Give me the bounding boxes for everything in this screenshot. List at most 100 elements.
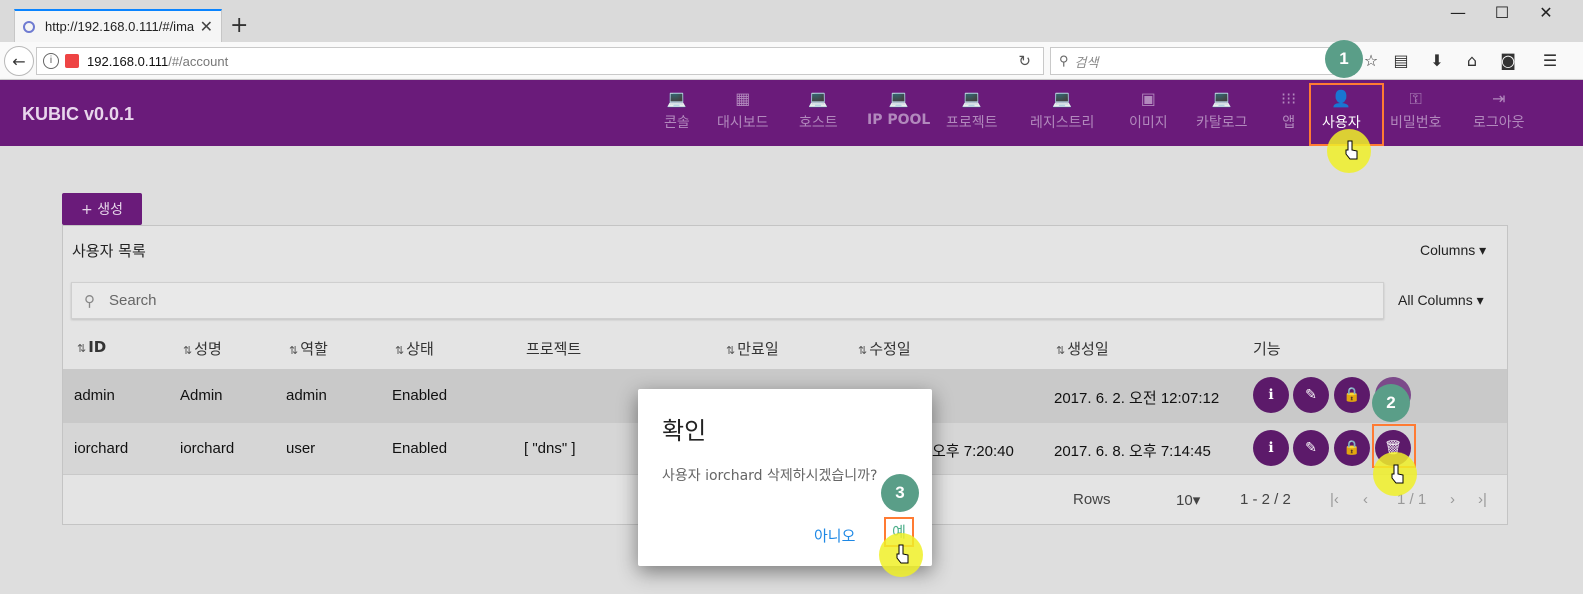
lock-button[interactable]: 🔒 <box>1334 430 1370 466</box>
hand-cursor-icon <box>1391 464 1404 484</box>
cell-role: admin <box>286 387 327 404</box>
cell-role: user <box>286 440 316 457</box>
caret-down-icon: ▾ <box>1192 492 1201 509</box>
column-header-status[interactable]: ⇅ 상태 <box>395 338 434 359</box>
app-brand[interactable]: KUBIC v0.0.1 <box>22 104 134 125</box>
url-path: /#/account <box>168 53 229 69</box>
cell-id: iorchard <box>74 440 129 457</box>
search-icon: ⚲ <box>84 292 95 310</box>
lock-button[interactable]: 🔒 <box>1334 377 1370 413</box>
pagination-range: 1 - 2 / 2 <box>1240 491 1291 508</box>
rows-per-page-select[interactable]: 10▾ <box>1176 491 1200 509</box>
cell-name: iorchard <box>180 440 235 457</box>
close-window-button[interactable]: ✕ <box>1531 2 1561 24</box>
menu-item-password[interactable]: ⚿ 비밀번호 <box>1390 88 1442 140</box>
menu-item-console[interactable]: 💻 콘솔 <box>664 88 690 140</box>
cell-id: admin <box>74 387 115 404</box>
menu-item-projects[interactable]: 💻 프로젝트 <box>946 88 998 140</box>
hamburger-menu-icon[interactable]: ☰ <box>1541 52 1559 70</box>
laptop-icon: 💻 <box>666 89 687 108</box>
column-header-actions: 기능 <box>1253 340 1281 358</box>
download-icon[interactable]: ⬇ <box>1428 52 1446 70</box>
info-button[interactable]: ℹ <box>1253 377 1289 413</box>
new-tab-button[interactable]: + <box>230 14 248 38</box>
sort-icon: ⇅ <box>289 344 299 357</box>
column-header-project: 프로젝트 <box>526 340 582 358</box>
image-icon: ▣ <box>1140 89 1156 108</box>
logout-icon: ⇥ <box>1492 89 1506 108</box>
back-button[interactable]: ← <box>4 46 34 76</box>
cell-name: Admin <box>180 387 223 404</box>
caret-down-icon: ▾ <box>1476 292 1484 308</box>
pencil-icon: ✎ <box>1305 440 1317 456</box>
edit-button[interactable]: ✎ <box>1293 377 1329 413</box>
table-search-placeholder: Search <box>109 292 157 309</box>
rows-per-page-label: Rows <box>1073 491 1111 508</box>
home-icon[interactable]: ⌂ <box>1463 52 1481 70</box>
edit-button[interactable]: ✎ <box>1293 430 1329 466</box>
sort-icon: ⇅ <box>395 344 405 357</box>
laptop-icon: 💻 <box>1211 89 1232 108</box>
column-header-role[interactable]: ⇅ 역할 <box>289 338 328 359</box>
dashboard-icon: ▦ <box>735 89 751 108</box>
back-arrow-icon: ← <box>12 51 26 71</box>
sort-icon: ⇅ <box>1056 344 1066 357</box>
last-page-icon[interactable]: ›| <box>1478 491 1487 508</box>
table-search-input[interactable]: ⚲ Search <box>71 282 1384 319</box>
cell-created: 2017. 6. 8. 오후 7:14:45 <box>1054 443 1211 460</box>
dialog-title: 확인 <box>662 417 707 445</box>
dialog-no-button[interactable]: 아니오 <box>814 525 855 546</box>
dialog-message: 사용자 iorchard 삭제하시겠습니까? <box>662 468 878 484</box>
column-header-modified[interactable]: ⇅ 수정일 <box>858 338 911 359</box>
apps-grid-icon: ⁝⁝⁝ <box>1281 89 1297 108</box>
menu-item-registry[interactable]: 💻 레지스트리 <box>1030 88 1094 140</box>
minimize-window-button[interactable]: — <box>1443 2 1473 24</box>
cell-modified: 오후 7:20:40 <box>932 443 1014 460</box>
next-page-icon[interactable]: › <box>1450 491 1455 508</box>
menu-item-catalog[interactable]: 💻 카탈로그 <box>1196 88 1248 140</box>
column-header-expiry[interactable]: ⇅ 만료일 <box>726 338 779 359</box>
address-bar[interactable]: i 192.168.0.111/#/account ↻ <box>36 47 1044 75</box>
insecure-lock-icon[interactable] <box>65 54 79 68</box>
cell-created: 2017. 6. 2. 오전 12:07:12 <box>1054 390 1220 407</box>
hand-cursor-icon <box>896 544 909 564</box>
user-list-title: 사용자 목록 <box>72 242 146 260</box>
menu-item-logout[interactable]: ⇥ 로그아웃 <box>1473 88 1525 140</box>
laptop-icon: 💻 <box>1052 89 1073 108</box>
laptop-icon: 💻 <box>961 89 982 108</box>
site-info-icon[interactable]: i <box>43 53 59 69</box>
create-user-button[interactable]: + 생성 <box>62 193 142 225</box>
prev-page-icon[interactable]: ‹ <box>1363 491 1368 508</box>
menu-item-ip-pool[interactable]: 💻 IP POOL <box>867 88 930 140</box>
browser-tab[interactable]: http://192.168.0.111/#/imag ✕ <box>14 9 222 42</box>
reading-list-icon[interactable]: ▤ <box>1392 52 1410 70</box>
info-icon: ℹ <box>1268 387 1274 403</box>
columns-dropdown[interactable]: Columns ▾ <box>1420 242 1486 259</box>
reload-icon[interactable]: ↻ <box>1018 52 1031 70</box>
pocket-icon[interactable]: ◙ <box>1499 52 1517 70</box>
step-badge-1: 1 <box>1325 40 1363 78</box>
menu-item-images[interactable]: ▣ 이미지 <box>1129 88 1168 140</box>
search-icon: ⚲ <box>1059 53 1069 68</box>
info-button[interactable]: ℹ <box>1253 430 1289 466</box>
page-favicon-icon <box>23 20 35 33</box>
search-columns-dropdown[interactable]: All Columns ▾ <box>1398 292 1484 309</box>
column-header-name[interactable]: ⇅ 성명 <box>183 338 222 359</box>
close-tab-icon[interactable]: ✕ <box>200 17 213 37</box>
menu-item-apps[interactable]: ⁝⁝⁝ 앱 <box>1281 88 1296 140</box>
laptop-icon: 💻 <box>888 89 909 108</box>
step-badge-3: 3 <box>881 474 919 512</box>
bookmark-star-icon[interactable]: ☆ <box>1362 52 1380 70</box>
menu-item-hosts[interactable]: 💻 호스트 <box>799 88 838 140</box>
lock-icon: 🔒 <box>1343 440 1361 456</box>
tab-title: http://192.168.0.111/#/imag <box>45 19 194 34</box>
sort-icon: ⇅ <box>858 344 868 357</box>
column-header-id[interactable]: ⇅ ID <box>77 338 106 356</box>
menu-item-dashboard[interactable]: ▦ 대시보드 <box>717 88 769 140</box>
maximize-window-button[interactable]: ☐ <box>1487 2 1517 24</box>
first-page-icon[interactable]: |‹ <box>1330 491 1339 508</box>
pencil-icon: ✎ <box>1305 387 1317 403</box>
info-icon: ℹ <box>1268 440 1274 456</box>
column-header-created[interactable]: ⇅ 생성일 <box>1056 338 1109 359</box>
browser-search-box[interactable]: ⚲ 검색 <box>1050 47 1355 75</box>
